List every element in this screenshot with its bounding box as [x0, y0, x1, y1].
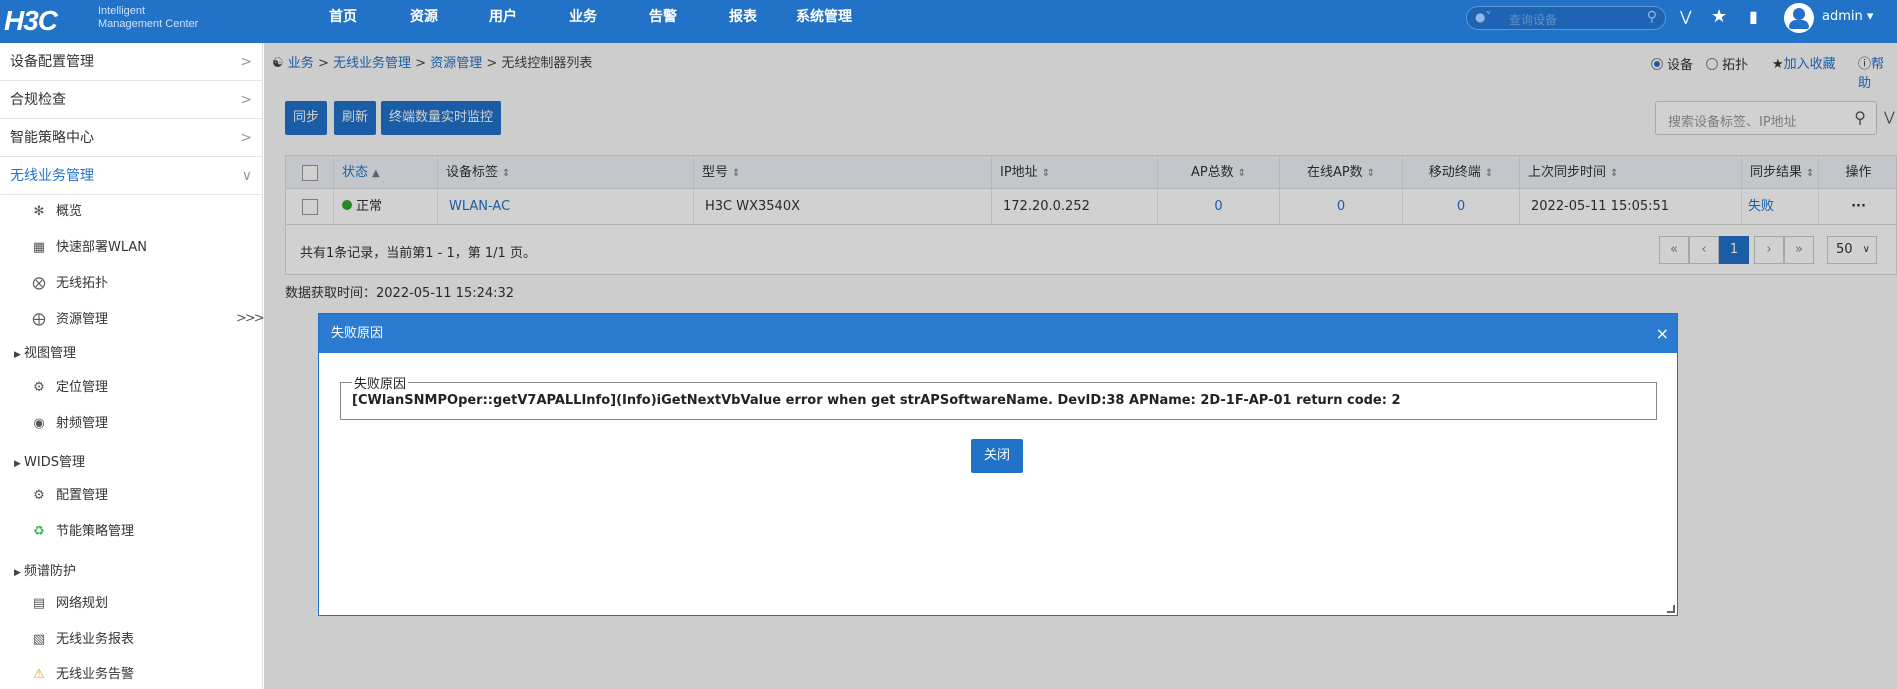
avatar[interactable] — [1784, 3, 1814, 33]
device-search-placeholder: 查询设备 — [1509, 13, 1558, 27]
expand-triangle-icon: ▶ — [14, 459, 21, 469]
dialog-title: 失败原因 × — [319, 314, 1677, 353]
logo-main: H3C — [4, 5, 58, 36]
search-type-icon[interactable]: ●˅ — [1475, 10, 1491, 24]
recycle-icon: ♻ — [33, 524, 45, 539]
logo-subtitle: Intelligent Management Center — [98, 5, 199, 30]
collapse-sidebar-icon[interactable]: >>> — [236, 311, 265, 326]
locate-icon: ⚙ — [33, 380, 45, 395]
reason-legend: 失败原因 — [352, 373, 409, 392]
radio-icon: ◉ — [33, 416, 45, 431]
sidebar-item-locate[interactable]: ⚙ 定位管理 — [30, 374, 108, 402]
antenna-icon: ✻ — [33, 204, 45, 219]
sidebar-item-resource[interactable]: ⨁ 资源管理 — [30, 306, 109, 334]
sidebar-item-radio[interactable]: ◉ 射频管理 — [30, 410, 108, 438]
top-bar: H3C Intelligent Management Center 首页 资源 … — [0, 0, 1897, 43]
search-icon[interactable]: ⚲ — [1647, 9, 1657, 25]
sidebar-section-compliance[interactable]: 合规检查 > — [0, 81, 262, 119]
expand-triangle-icon: ▶ — [14, 568, 21, 578]
sidebar-item-topology[interactable]: ⨂ 无线拓扑 — [30, 270, 109, 298]
topology-icon: ⨂ — [32, 276, 46, 291]
chevron-down-icon: ∨ — [241, 168, 252, 184]
sidebar-item-plan[interactable]: ▤ 网络规划 — [30, 590, 108, 618]
nav-user[interactable]: 用户 — [489, 0, 517, 35]
deploy-icon: ▦ — [32, 240, 46, 255]
sidebar-section-policy-center[interactable]: 智能策略中心 > — [0, 119, 262, 157]
chevron-right-icon: > — [240, 130, 252, 146]
failure-reason-text: [CWlanSNMPOper::getV7APALLInfo](Info)iGe… — [352, 393, 1401, 408]
bookmark-icon[interactable]: ▮ — [1749, 7, 1758, 26]
expand-triangle-icon: ▶ — [14, 350, 21, 360]
chevron-right-icon: > — [240, 54, 252, 70]
resize-handle-icon[interactable] — [1667, 605, 1675, 613]
resource-icon: ⨁ — [32, 312, 46, 327]
device-search[interactable]: ●˅ 查询设备 ⚲ — [1466, 6, 1666, 30]
sidebar-group-wids[interactable]: ▶ WIDS管理 — [14, 449, 85, 477]
h3c-logo[interactable]: H3C Intelligent Management Center — [4, 3, 234, 39]
expand-down-icon[interactable]: ⋁ — [1680, 9, 1691, 25]
star-icon[interactable]: ★ — [1711, 6, 1727, 27]
close-button[interactable]: 关闭 — [971, 439, 1023, 473]
sidebar-item-overview[interactable]: ✻ 概览 — [30, 198, 82, 226]
sidebar-item-report[interactable]: ▧ 无线业务报表 — [30, 626, 134, 654]
nav-report[interactable]: 报表 — [729, 0, 757, 35]
sidebar-item-quick-deploy[interactable]: ▦ 快速部署WLAN — [30, 234, 147, 262]
nav-alarm[interactable]: 告警 — [649, 0, 677, 35]
user-menu[interactable]: admin ▾ — [1822, 9, 1873, 24]
failure-reason-dialog: 失败原因 × 失败原因 [CWlanSNMPOper::getV7APALLIn… — [318, 313, 1678, 616]
config-icon: ⚙ — [33, 488, 45, 503]
sidebar-item-energy[interactable]: ♻ 节能策略管理 — [30, 518, 134, 546]
sidebar-item-config[interactable]: ⚙ 配置管理 — [30, 482, 108, 510]
nav-system[interactable]: 系统管理 — [796, 0, 852, 35]
nav-resource[interactable]: 资源 — [410, 0, 438, 35]
nav-home[interactable]: 首页 — [329, 0, 357, 35]
sidebar-section-device-config[interactable]: 设备配置管理 > — [0, 43, 262, 81]
nav-service[interactable]: 业务 — [569, 0, 597, 35]
report-icon: ▧ — [32, 632, 46, 647]
close-icon[interactable]: × — [1656, 314, 1669, 353]
sidebar-group-view[interactable]: ▶ 视图管理 — [14, 340, 76, 368]
plan-icon: ▤ — [32, 596, 46, 611]
chevron-right-icon: > — [240, 92, 252, 108]
sidebar-item-alarm[interactable]: ⚠ 无线业务告警 — [30, 661, 134, 689]
sidebar-section-wireless[interactable]: 无线业务管理 ∨ — [0, 157, 262, 195]
sidebar: 设备配置管理 > 合规检查 > 智能策略中心 > 无线业务管理 ∨ ✻ 概览 ▦ 快速部署W… — [0, 43, 265, 689]
warning-icon: ⚠ — [33, 667, 45, 682]
sidebar-group-spectrum[interactable]: ▶ 频谱防护 — [14, 558, 76, 586]
